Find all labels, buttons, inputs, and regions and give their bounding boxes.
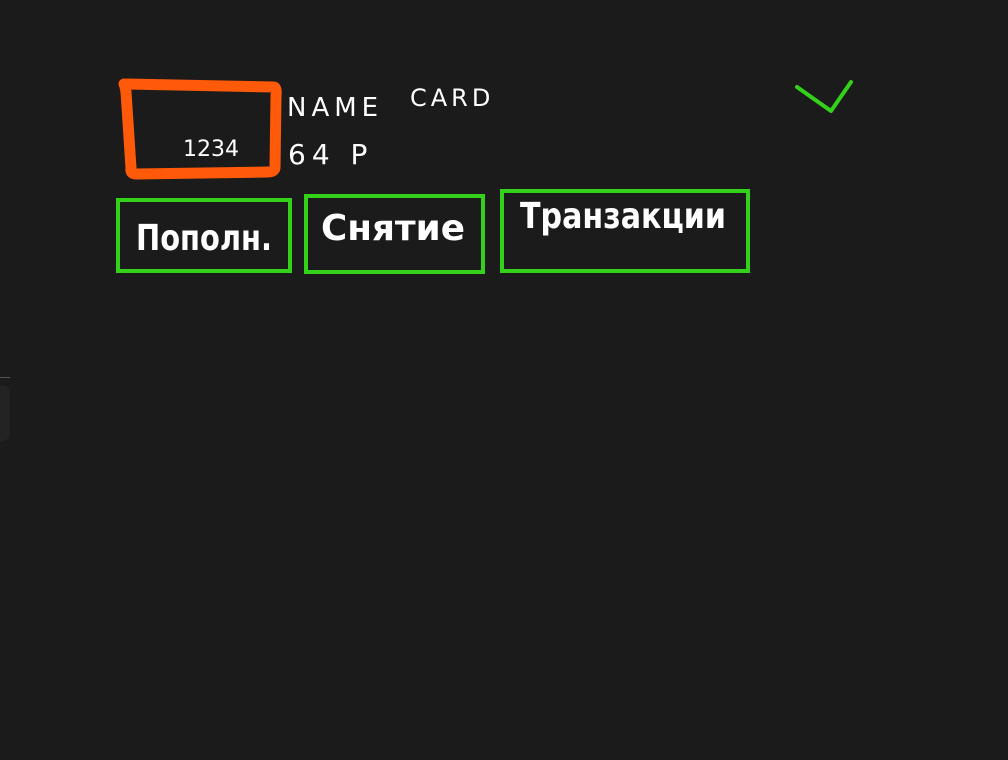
withdraw-button-label: Снятие (321, 208, 465, 249)
topup-button[interactable]: Пополн. (116, 198, 292, 273)
drawing-canvas: 1234 NAME CARD 64 Р Пополн. Снятие Транз… (0, 0, 1008, 760)
side-divider (0, 377, 10, 378)
withdraw-button[interactable]: Снятие (304, 194, 485, 274)
side-panel-handle[interactable] (0, 385, 10, 441)
checkmark-icon[interactable] (795, 80, 853, 113)
card-balance: 64 Р (288, 138, 373, 171)
transactions-button-label: Транзакции (520, 196, 726, 237)
topup-button-label: Пополн. (136, 218, 272, 259)
card-word-label: CARD (410, 84, 494, 112)
card-name-label: NAME (287, 93, 383, 123)
transactions-button[interactable]: Транзакции (500, 189, 750, 273)
card-number: 1234 (183, 137, 239, 162)
sketch-layer: 1234 NAME CARD 64 Р Пополн. Снятие Транз… (116, 78, 853, 274)
